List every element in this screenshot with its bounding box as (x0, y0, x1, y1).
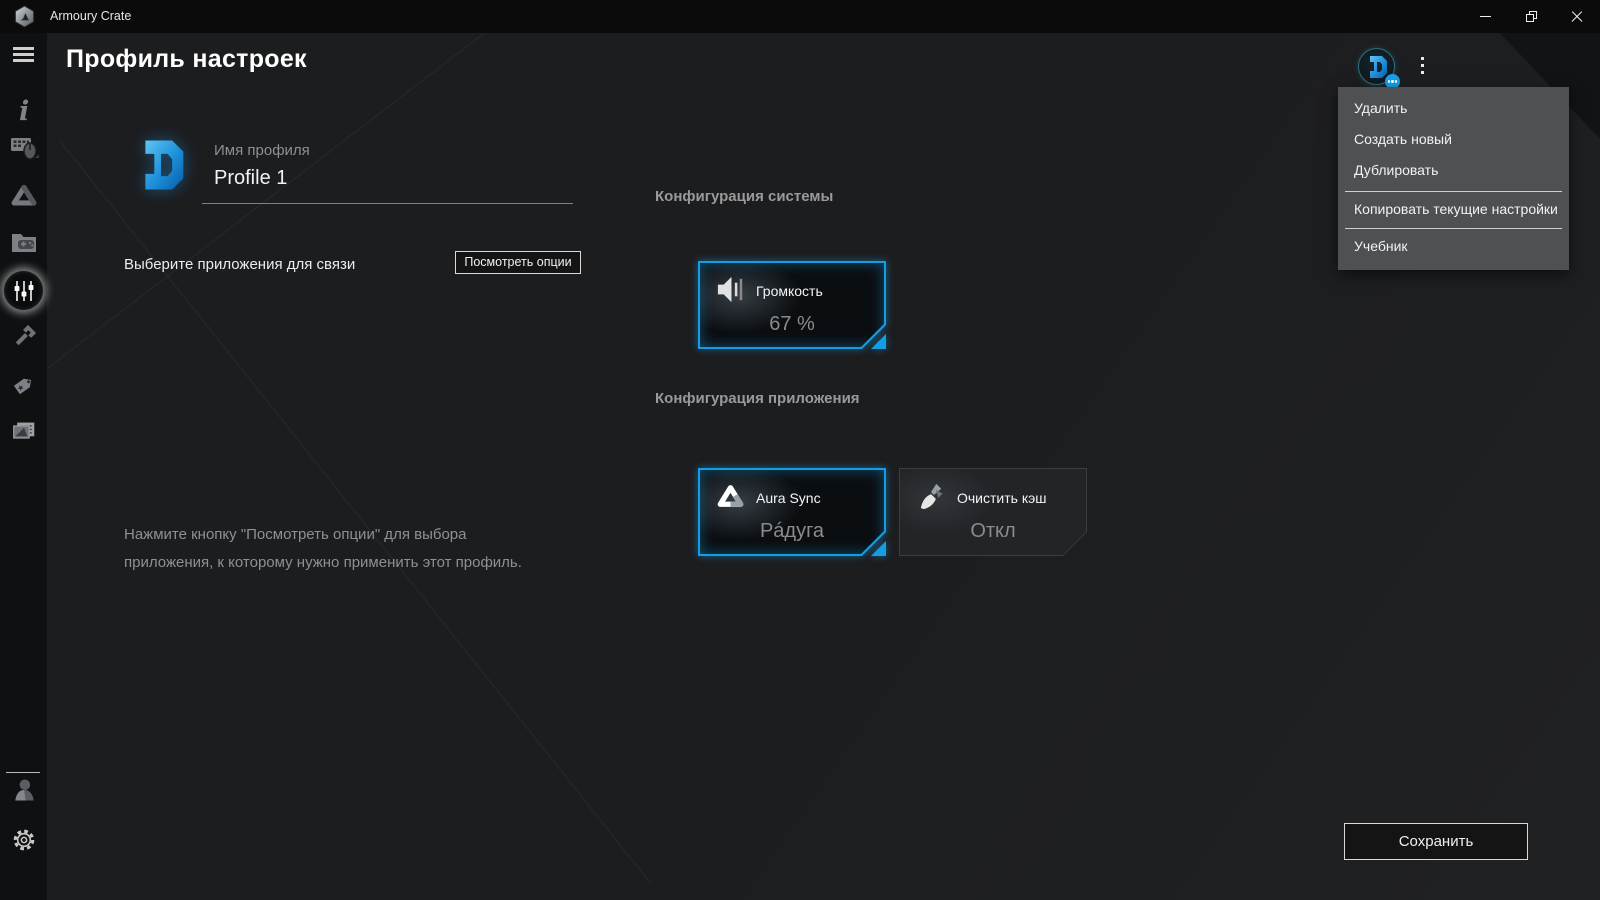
view-options-button[interactable]: Посмотреть опции (455, 251, 581, 274)
sidebar-item-account[interactable] (8, 774, 40, 806)
devices-icon (11, 138, 39, 160)
aura-sync-card[interactable]: Aura Sync Рáдуга (698, 468, 886, 556)
sidebar-item-aura[interactable] (8, 179, 40, 211)
news-icon (13, 422, 35, 439)
profile-menu-button[interactable] (1421, 57, 1425, 77)
sidebar-item-game-library[interactable] (8, 227, 40, 259)
hint-text: Нажмите кнопку "Посмотреть опции" для вы… (124, 521, 522, 577)
clean-cache-icon (920, 483, 943, 510)
sidebar: i (0, 33, 47, 900)
aura-icon (11, 184, 37, 206)
sidebar-item-news[interactable] (8, 416, 40, 448)
profile-dropdown-menu: Удалить Создать новый Дублировать Копиро… (1338, 87, 1569, 270)
close-button[interactable] (1554, 0, 1600, 33)
settings-gear-icon (13, 829, 35, 851)
info-icon: i (19, 96, 29, 125)
sidebar-divider (6, 772, 40, 773)
menu-item-create-new[interactable]: Создать новый (1338, 124, 1569, 155)
window-title: Armoury Crate (50, 9, 132, 23)
volume-card[interactable]: Громкость 67 % (698, 261, 886, 349)
clean-cache-card-value: Откл (970, 520, 1016, 542)
page-title: Профиль настроек (66, 45, 307, 73)
volume-icon (717, 276, 743, 303)
sidebar-item-devices[interactable] (8, 132, 40, 164)
menu-item-delete[interactable]: Удалить (1338, 93, 1569, 124)
volume-card-value: 67 % (769, 313, 815, 335)
minimize-button[interactable] (1462, 0, 1508, 33)
restore-button[interactable] (1508, 0, 1554, 33)
sidebar-item-tools[interactable] (8, 321, 40, 353)
minimize-icon (1479, 16, 1491, 17)
game-library-icon (12, 234, 36, 252)
profile-logo-icon (145, 140, 184, 190)
save-button[interactable]: Сохранить (1344, 823, 1528, 860)
user-icon (15, 779, 34, 801)
close-icon (1571, 11, 1583, 23)
profiles-sliders-icon (14, 280, 33, 301)
hint-line-2: приложения, к которому нужно применить э… (124, 554, 522, 571)
profile-name-input[interactable]: Profile 1 (214, 167, 287, 190)
wrench-icon (16, 324, 37, 345)
hamburger-menu-button[interactable] (13, 47, 34, 63)
titlebar: Armoury Crate (0, 0, 1600, 33)
menu-item-copy-current-settings[interactable]: Копировать текущие настройки (1338, 195, 1569, 223)
app-config-heading: Конфигурация приложения (655, 390, 860, 407)
svg-text:i: i (19, 96, 29, 125)
tag-icon (13, 378, 32, 395)
menu-item-duplicate[interactable]: Дублировать (1338, 155, 1569, 186)
clean-cache-card[interactable]: Очистить кэш Откл (899, 468, 1087, 556)
armoury-crate-logo-icon (14, 5, 35, 28)
restore-icon (1525, 11, 1537, 22)
profile-name-underline (202, 203, 573, 204)
aura-sync-card-value: Рáдуга (759, 520, 825, 542)
aura-sync-card-label: Aura Sync (756, 490, 821, 506)
sidebar-item-settings[interactable] (8, 824, 40, 856)
menu-divider (1345, 228, 1562, 229)
main-content: Профиль настроек Имя профиля Profile 1 В… (47, 33, 1600, 900)
profile-avatar-logo-icon (1369, 55, 1387, 78)
sidebar-item-offers[interactable] (8, 369, 40, 401)
link-apps-label: Выберите приложения для связи (124, 256, 356, 273)
sidebar-item-profiles-active[interactable] (3, 270, 44, 311)
menu-item-tutorial[interactable]: Учебник (1338, 232, 1569, 260)
clean-cache-card-label: Очистить кэш (957, 490, 1047, 506)
aura-icon (717, 485, 744, 507)
sidebar-item-info[interactable]: i (8, 94, 40, 126)
system-config-heading: Конфигурация системы (655, 188, 834, 205)
hint-line-1: Нажмите кнопку "Посмотреть опции" для вы… (124, 526, 467, 543)
volume-card-label: Громкость (756, 283, 823, 299)
menu-divider (1345, 191, 1562, 192)
profile-name-label: Имя профиля (214, 142, 310, 159)
